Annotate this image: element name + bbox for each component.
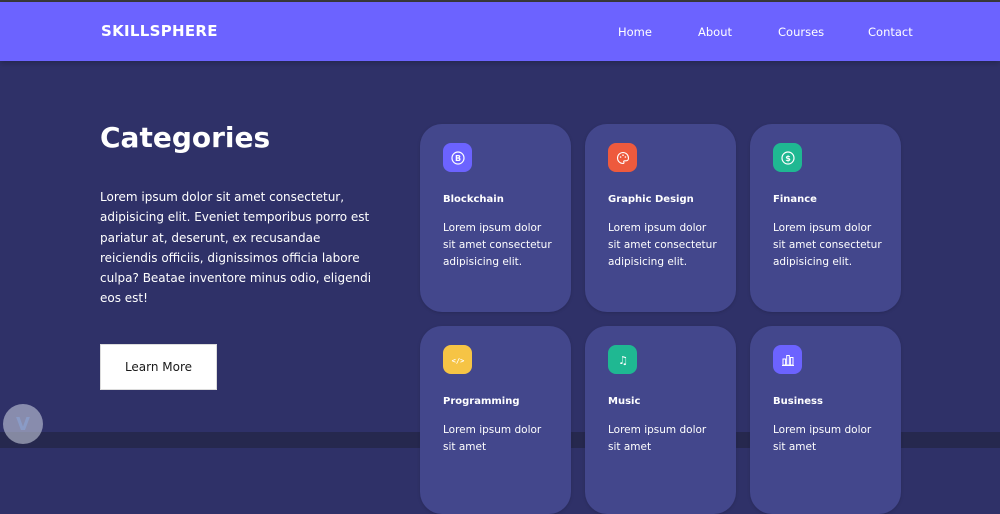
nav-link-courses[interactable]: Courses (778, 25, 824, 39)
category-text: Lorem ipsum dolor sit amet consectetur a… (773, 222, 882, 268)
category-title: Blockchain (443, 194, 504, 205)
category-text: Lorem ipsum dolor sit amet (608, 424, 707, 453)
category-card-finance[interactable]: $ Finance Lorem ipsum dolor sit amet con… (750, 124, 901, 312)
category-card-blockchain[interactable]: B Blockchain Lorem ipsum dolor sit amet … (420, 124, 571, 312)
svg-text:$: $ (785, 154, 791, 163)
category-card-music[interactable]: ♫ Music Lorem ipsum dolor sit amet (585, 326, 736, 514)
category-title: Programming (443, 396, 520, 407)
nav-link-home[interactable]: Home (618, 25, 652, 39)
page-title: Categories (100, 121, 271, 154)
watermark-logo: V (3, 404, 43, 444)
category-card-programming[interactable]: </> Programming Lorem ipsum dolor sit am… (420, 326, 571, 514)
category-text: Lorem ipsum dolor sit amet consectetur a… (443, 222, 552, 268)
bar-chart-icon-glyph (781, 354, 794, 366)
svg-text:B: B (454, 154, 460, 163)
svg-text:</>: </> (451, 357, 464, 365)
brand-logo[interactable]: SKILLSPHERE (101, 22, 218, 40)
music-note-icon-glyph: ♫ (618, 354, 628, 367)
navbar: SKILLSPHERE Home About Courses Contact (0, 2, 1000, 61)
category-text: Lorem ipsum dolor sit amet (773, 424, 872, 453)
svg-text:♫: ♫ (618, 354, 628, 367)
category-text: Lorem ipsum dolor sit amet consectetur a… (608, 222, 717, 268)
category-text: Lorem ipsum dolor sit amet (443, 424, 542, 453)
code-icon: </> (443, 345, 472, 374)
category-title: Finance (773, 194, 817, 205)
nav-link-about[interactable]: About (698, 25, 732, 39)
music-note-icon: ♫ (608, 345, 637, 374)
palette-icon (608, 143, 637, 172)
nav-link-contact[interactable]: Contact (868, 25, 913, 39)
dollar-coin-icon-glyph: $ (780, 150, 795, 165)
code-icon-glyph: </> (451, 357, 464, 365)
hero-description: Lorem ipsum dolor sit amet consectetur, … (100, 190, 372, 306)
dollar-coin-icon: $ (773, 143, 802, 172)
category-title: Music (608, 396, 641, 407)
palette-icon-glyph (616, 151, 629, 164)
bar-chart-icon (773, 345, 802, 374)
bitcoin-icon: B (443, 143, 472, 172)
category-title: Graphic Design (608, 194, 694, 205)
category-title: Business (773, 396, 823, 407)
bitcoin-icon-glyph: B (450, 150, 465, 165)
category-card-business[interactable]: Business Lorem ipsum dolor sit amet (750, 326, 901, 514)
category-card-graphic-design[interactable]: Graphic Design Lorem ipsum dolor sit ame… (585, 124, 736, 312)
learn-more-button[interactable]: Learn More (100, 344, 217, 390)
